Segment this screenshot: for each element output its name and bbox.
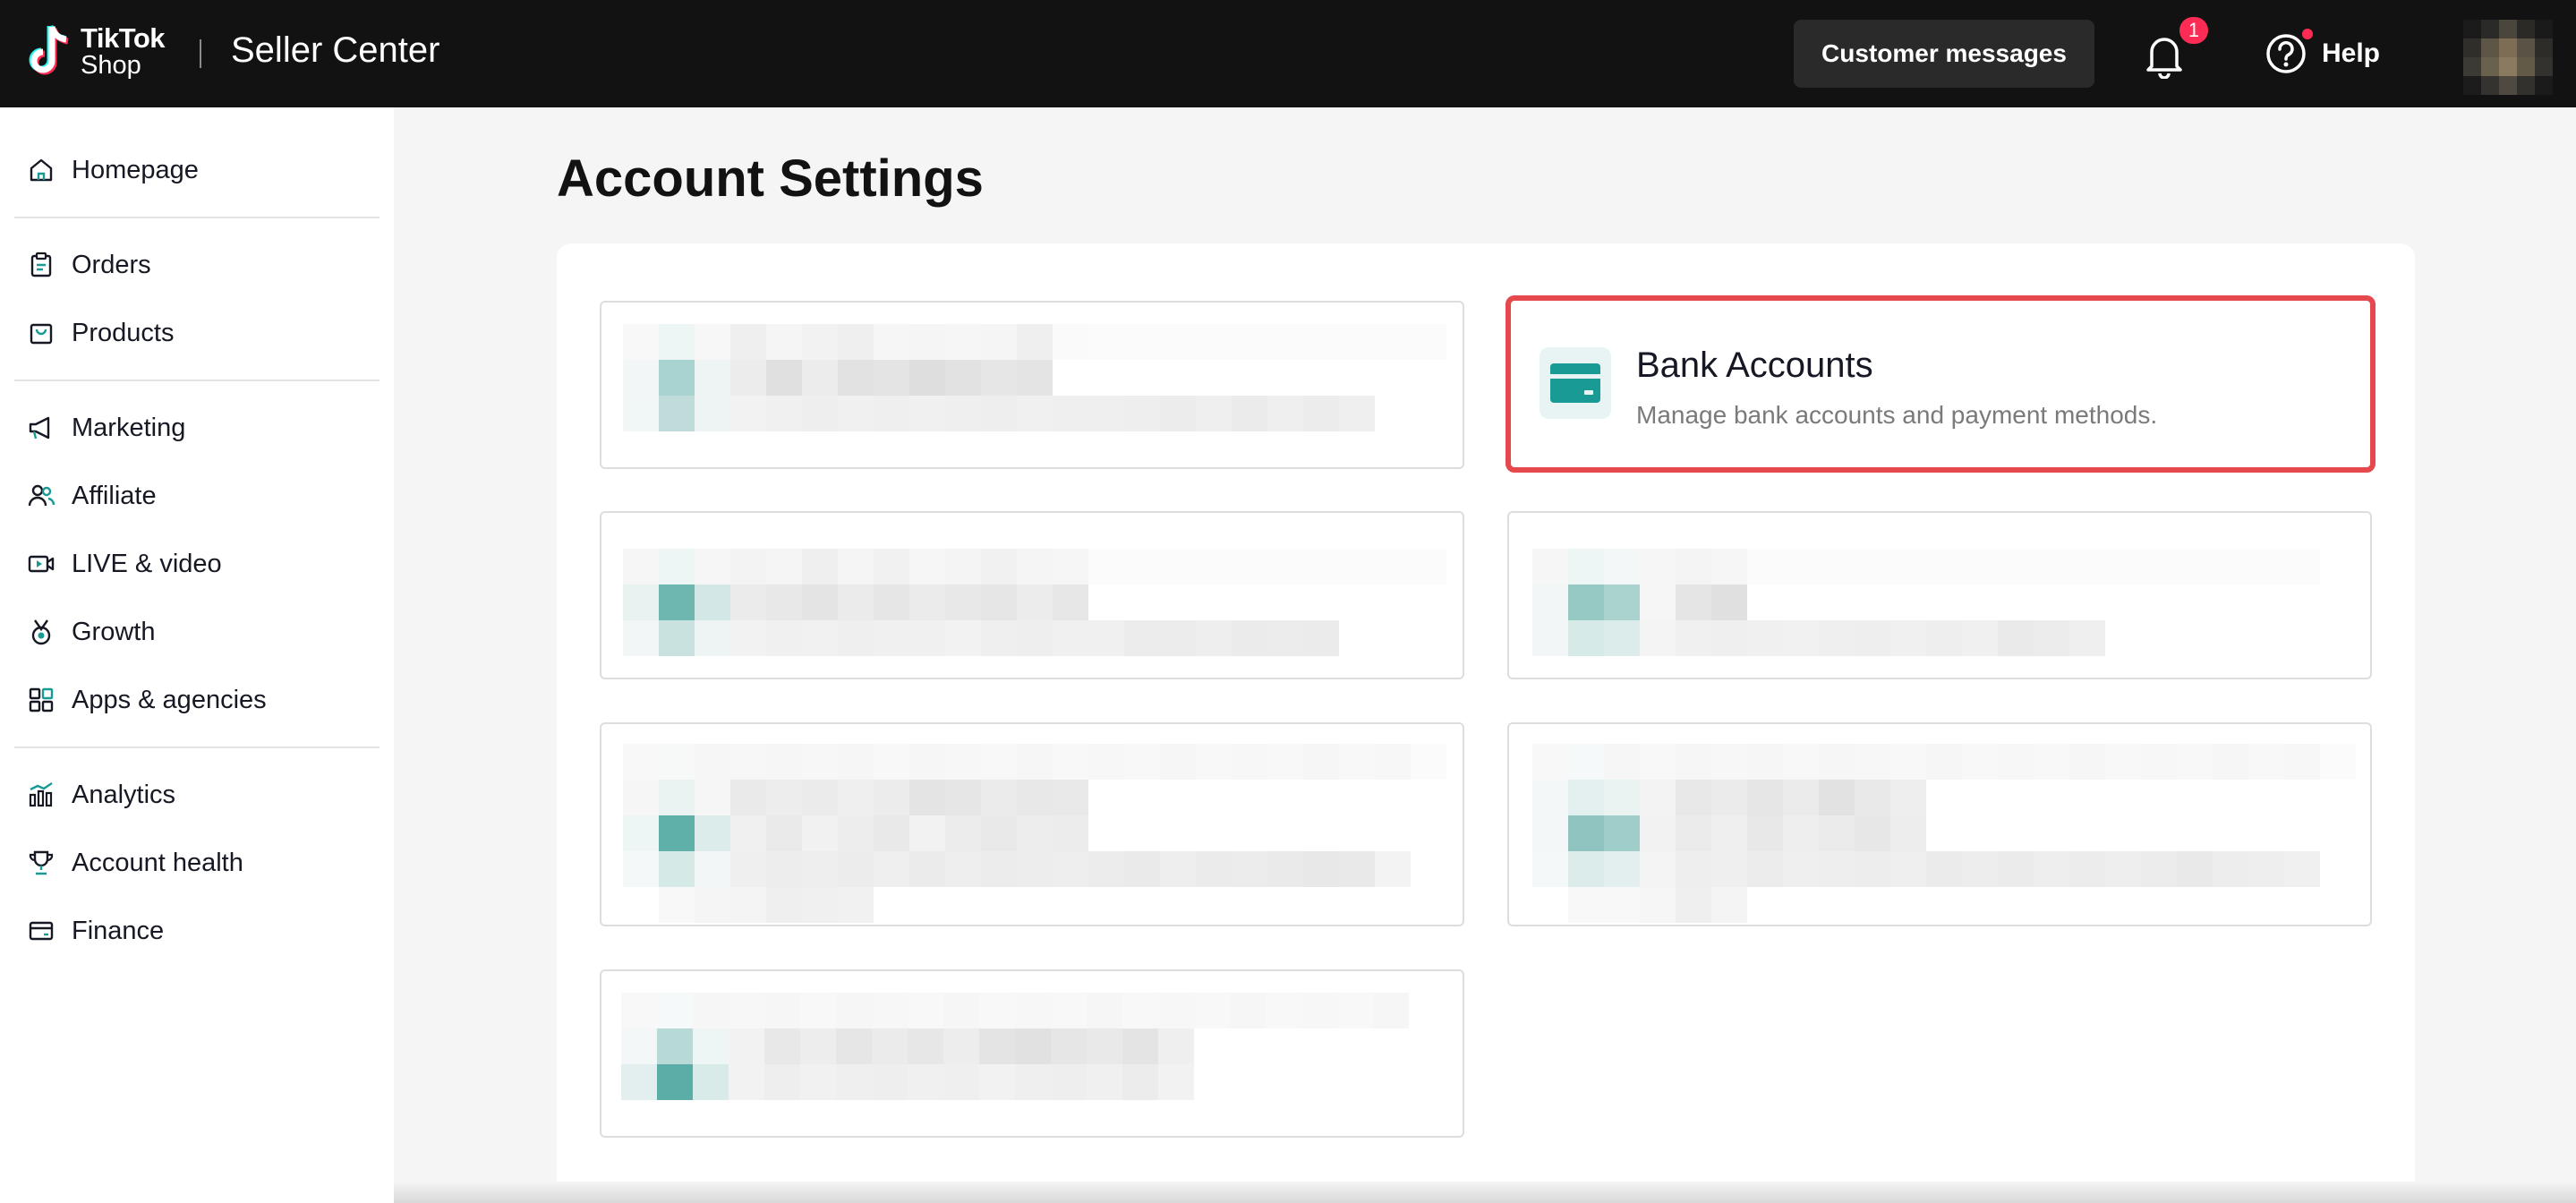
sidebar-item-orders[interactable]: Orders [27,238,376,292]
tiktok-note-icon [29,24,69,75]
sidebar-item-growth[interactable]: Growth [27,605,376,659]
settings-card-redacted[interactable] [600,301,1464,469]
redacted-content [1532,744,2356,923]
settings-card-redacted[interactable] [600,722,1464,926]
sidebar-item-account-health[interactable]: Account health [27,836,376,890]
redacted-content [623,324,1446,431]
question-circle-icon [2266,34,2306,73]
clipboard-icon [30,252,52,277]
sidebar-item-label: Homepage [72,155,199,184]
sidebar-item-label: Marketing [72,413,186,442]
sidebar-item-marketing[interactable]: Marketing [27,401,376,455]
home-icon [30,158,53,182]
sidebar-item-homepage[interactable]: Homepage [27,143,376,197]
sidebar-item-live-video[interactable]: LIVE & video [27,537,376,591]
megaphone-icon [29,416,50,439]
sidebar-divider [14,747,380,748]
sidebar: Homepage Orders Products Marketing Affil… [0,107,394,1203]
redacted-content [621,993,1445,1100]
app-title: Seller Center [231,30,440,70]
sidebar-item-label: Orders [72,250,151,279]
sidebar-item-label: Apps & agencies [72,685,267,714]
settings-card-redacted[interactable] [600,511,1464,679]
wallet-icon [29,921,54,941]
apps-grid-icon [29,687,54,712]
sidebar-item-apps-agencies[interactable]: Apps & agencies [27,673,376,727]
sidebar-item-products[interactable]: Products [27,306,376,360]
logo-line2: Shop [81,51,141,80]
bank-accounts-card[interactable]: Bank Accounts Manage bank accounts and p… [1506,295,2376,473]
trophy-icon [29,850,54,875]
logo-divider [200,39,201,68]
bank-accounts-title: Bank Accounts [1636,346,1873,385]
help-label: Help [2322,38,2381,68]
top-bar: TikTok Shop Seller Center Customer messa… [0,0,2576,107]
logo-text: TikTok Shop [81,22,166,80]
customer-messages-button[interactable]: Customer messages [1794,20,2094,88]
redacted-content [1532,549,2320,656]
sidebar-item-label: Affiliate [72,481,157,510]
sidebar-divider [14,380,380,381]
bar-chart-icon [29,782,53,807]
page-title: Account Settings [557,149,984,208]
sidebar-item-analytics[interactable]: Analytics [27,768,376,822]
avatar[interactable] [2463,20,2553,95]
sidebar-item-label: LIVE & video [72,549,222,578]
bank-accounts-icon-tile [1540,347,1611,419]
sidebar-item-label: Account health [72,848,243,877]
help-notification-dot [2302,29,2313,39]
help-button[interactable]: Help [2265,32,2380,75]
bank-accounts-description: Manage bank accounts and payment methods… [1636,401,2158,429]
sidebar-item-finance[interactable]: Finance [27,904,376,958]
sidebar-item-label: Analytics [72,780,176,809]
settings-card-redacted[interactable] [600,969,1464,1138]
sidebar-item-label: Finance [72,916,165,945]
sidebar-item-label: Growth [72,617,156,646]
bottom-edge-shadow [394,1182,2576,1203]
shopping-bag-icon [30,323,53,345]
logo-line1: TikTok [81,22,166,54]
video-icon [28,555,55,573]
sidebar-divider [14,217,380,218]
notification-badge: 1 [2177,14,2211,47]
sidebar-item-label: Products [72,318,175,347]
people-icon [28,484,55,507]
tiktok-shop-logo[interactable]: TikTok Shop [27,22,166,81]
medal-icon [31,619,51,645]
settings-card-redacted[interactable] [1507,722,2372,926]
sidebar-item-affiliate[interactable]: Affiliate [27,469,376,523]
credit-card-icon [1550,363,1600,403]
redacted-content [623,549,1446,656]
settings-card-redacted[interactable] [1507,511,2372,679]
redacted-content [623,744,1446,923]
